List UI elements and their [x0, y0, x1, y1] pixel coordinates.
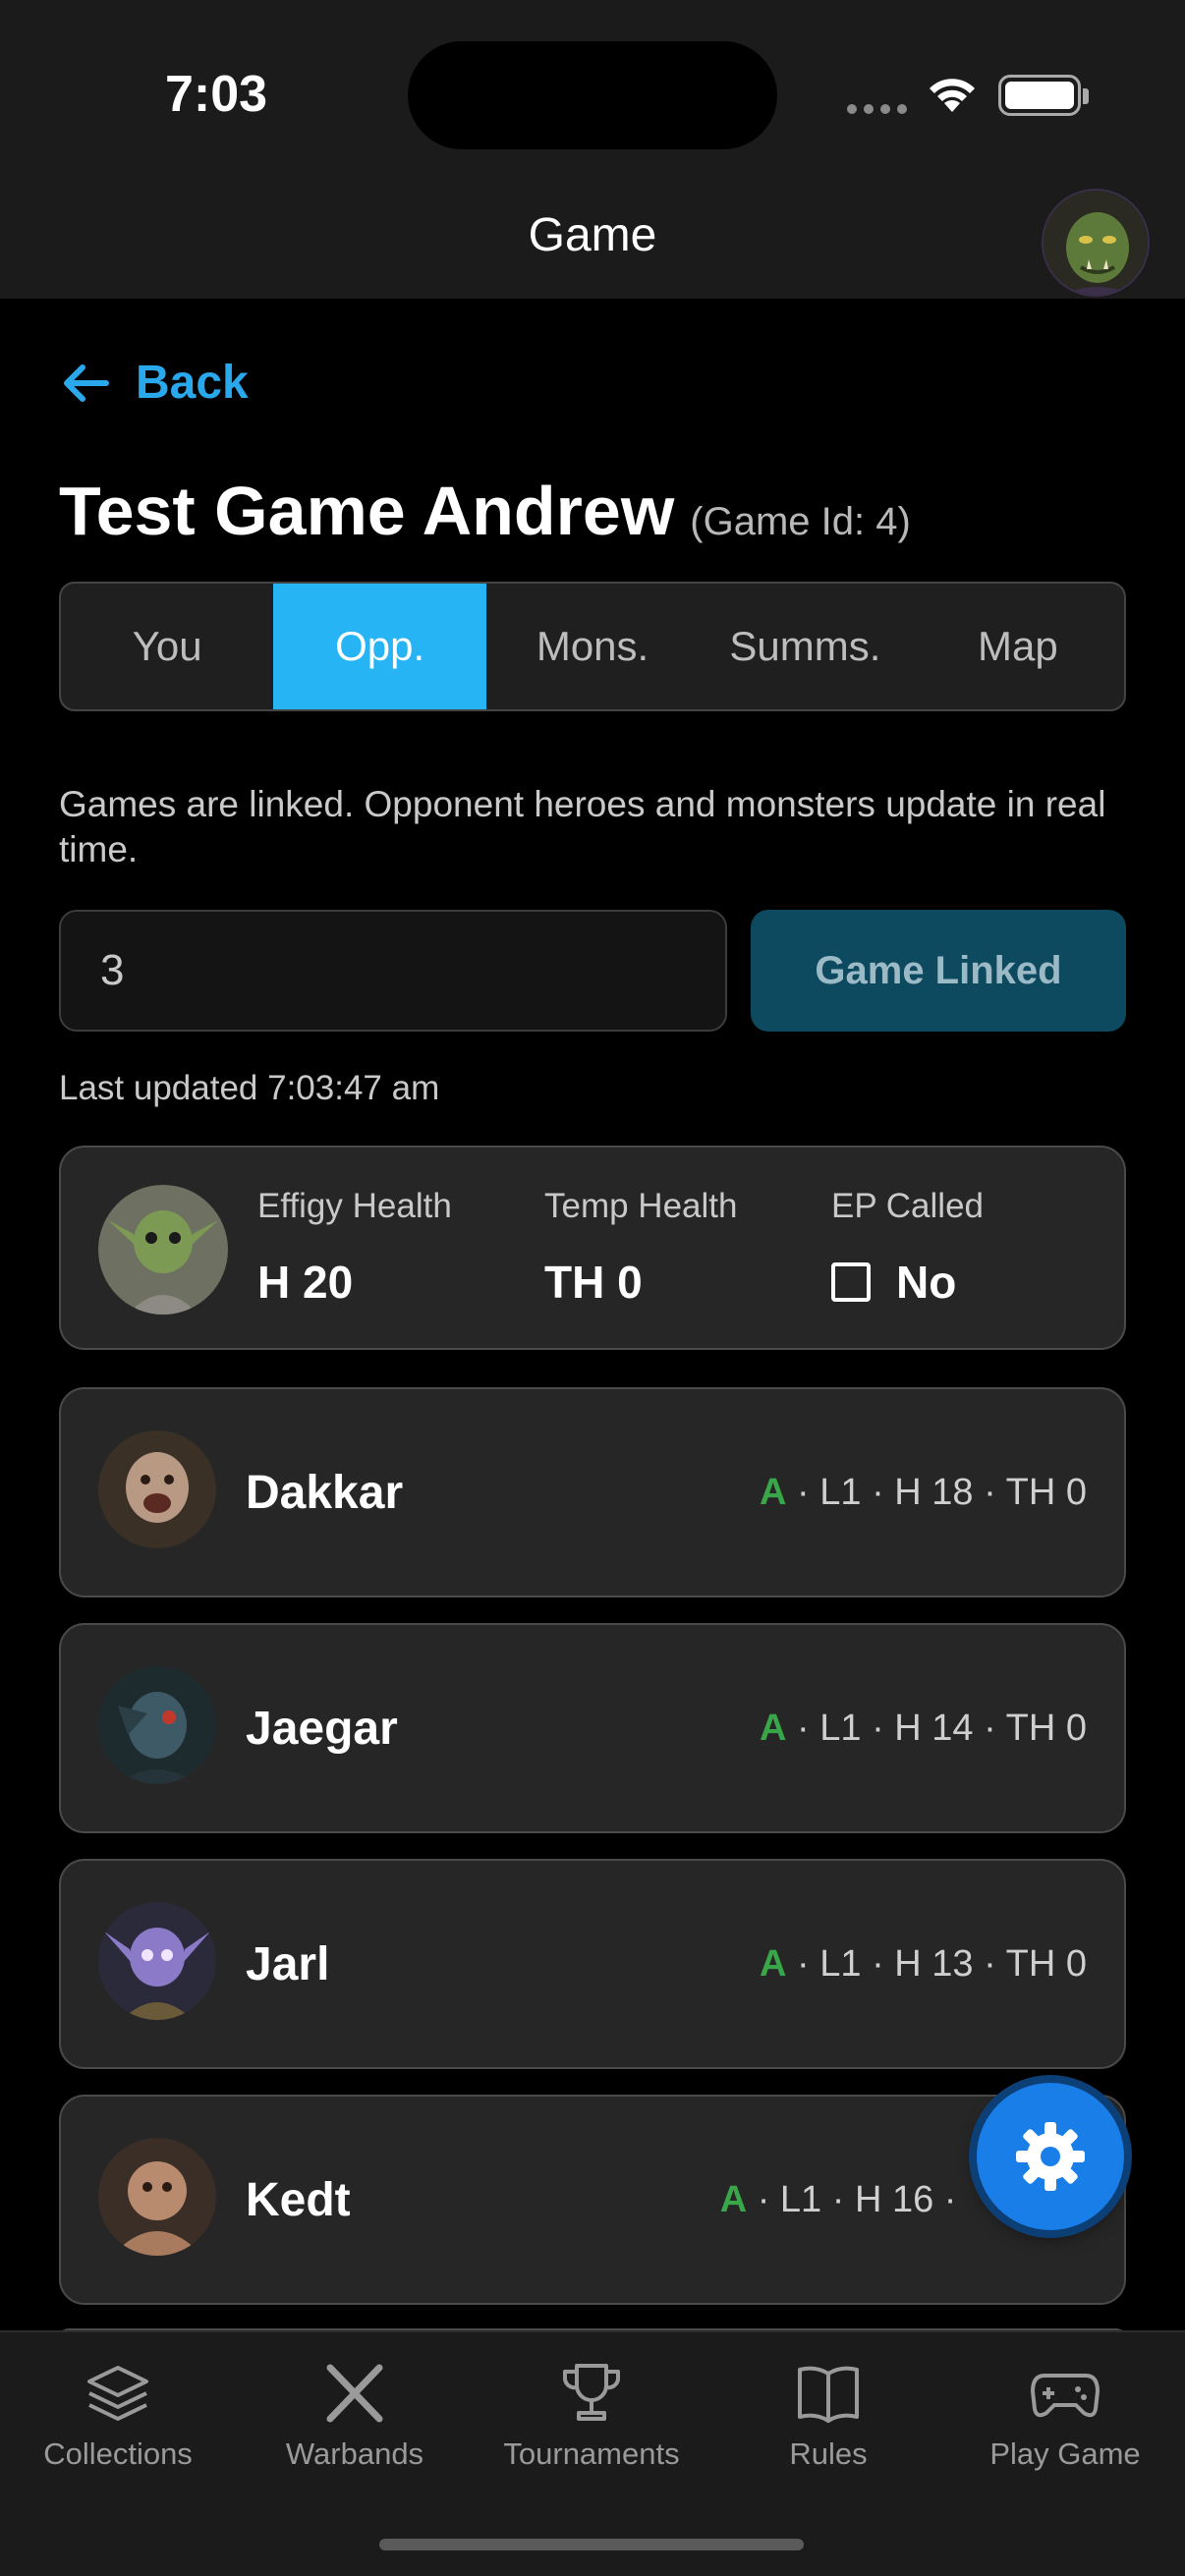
hero-stats: A · L1 · H 16 ·	[719, 2178, 967, 2220]
tab-map[interactable]: Map	[912, 584, 1124, 709]
tabbar-tournaments[interactable]: Tournaments	[474, 2362, 709, 2472]
settings-fab[interactable]	[977, 2083, 1124, 2230]
game-linked-button[interactable]: Game Linked	[751, 910, 1126, 1032]
tabbar-collections[interactable]: Collections	[0, 2362, 236, 2472]
nav-title: Game	[528, 209, 657, 261]
tab-opponent[interactable]: Opp.	[273, 584, 486, 709]
hero-stats: A · L1 · H 14 · TH 0	[760, 1707, 1087, 1749]
hero-name: Jarl	[246, 1937, 330, 1990]
crossed-swords-icon	[326, 2364, 383, 2423]
status-badge: A	[760, 1942, 787, 1985]
status-badge: A	[719, 2178, 748, 2220]
hero-stats: A · L1 · H 13 · TH 0	[760, 1942, 1087, 1985]
back-label: Back	[136, 357, 249, 409]
hero-avatar-icon	[98, 2138, 216, 2256]
hero-avatar-icon	[98, 1902, 216, 2020]
orc-avatar-icon[interactable]	[1042, 189, 1150, 297]
tab-you[interactable]: You	[61, 584, 273, 709]
link-info-text: Games are linked. Opponent heroes and mo…	[59, 784, 1106, 869]
hero-stats: A · L1 · H 18 · TH 0	[760, 1471, 1087, 1513]
ep-called-toggle[interactable]: No	[831, 1256, 984, 1309]
hero-name: Dakkar	[246, 1466, 404, 1519]
hero-name: Kedt	[246, 2173, 351, 2226]
tab-monsters[interactable]: Mons.	[486, 584, 699, 709]
effigy-card: Effigy Health H 20 Temp Health TH 0 EP C…	[59, 1146, 1126, 1350]
temp-health: Temp Health TH 0	[544, 1187, 738, 1308]
tabbar-play-game[interactable]: Play Game	[947, 2362, 1183, 2472]
arrow-left-icon	[64, 364, 109, 402]
hero-avatar-icon	[98, 1666, 216, 1784]
last-updated: Last updated 7:03:47 am	[59, 1069, 440, 1107]
hero-card-jarl[interactable]: Jarl A · L1 · H 13 · TH 0	[59, 1859, 1126, 2069]
wifi-icon	[930, 79, 975, 112]
ep-called: EP Called No	[831, 1187, 985, 1309]
tabbar-rules[interactable]: Rules	[710, 2362, 946, 2472]
game-link-input[interactable]: 3	[59, 910, 727, 1032]
tab-summons[interactable]: Summs.	[699, 584, 911, 709]
dynamic-island	[408, 41, 777, 149]
back-button[interactable]: Back	[59, 356, 249, 410]
top-bar: 7:03 Game	[0, 0, 1185, 299]
signal-icon	[847, 104, 907, 114]
page-title: Test Game Andrew	[59, 473, 675, 549]
hero-name: Jaegar	[246, 1702, 398, 1755]
hero-card-jaegar[interactable]: Jaegar A · L1 · H 14 · TH 0	[59, 1623, 1126, 1833]
status-badge: A	[760, 1707, 787, 1749]
goblin-avatar-icon	[98, 1185, 228, 1315]
layers-icon	[87, 2366, 148, 2421]
hero-card-kedt[interactable]: Kedt A · L1 · H 16 ·	[59, 2095, 1126, 2305]
gamepad-icon	[1031, 2374, 1100, 2418]
battery-icon	[998, 75, 1081, 116]
checkbox-icon[interactable]	[831, 1262, 871, 1302]
trophy-icon	[563, 2364, 620, 2421]
segmented-tabs: You Opp. Mons. Summs. Map	[59, 582, 1126, 711]
book-icon	[798, 2366, 859, 2423]
status-time: 7:03	[165, 66, 268, 123]
hero-avatar-icon	[98, 1430, 216, 1548]
game-id: (Game Id: 4)	[690, 500, 911, 543]
tabbar-warbands[interactable]: Warbands	[237, 2362, 473, 2472]
hero-card-dakkar[interactable]: Dakkar A · L1 · H 18 · TH 0	[59, 1387, 1126, 1597]
game-header: Test Game Andrew (Game Id: 4)	[59, 472, 911, 550]
gear-icon	[1016, 2122, 1085, 2191]
effigy-health: Effigy Health H 20	[257, 1187, 452, 1308]
home-indicator	[379, 2539, 804, 2550]
status-badge: A	[760, 1471, 787, 1513]
